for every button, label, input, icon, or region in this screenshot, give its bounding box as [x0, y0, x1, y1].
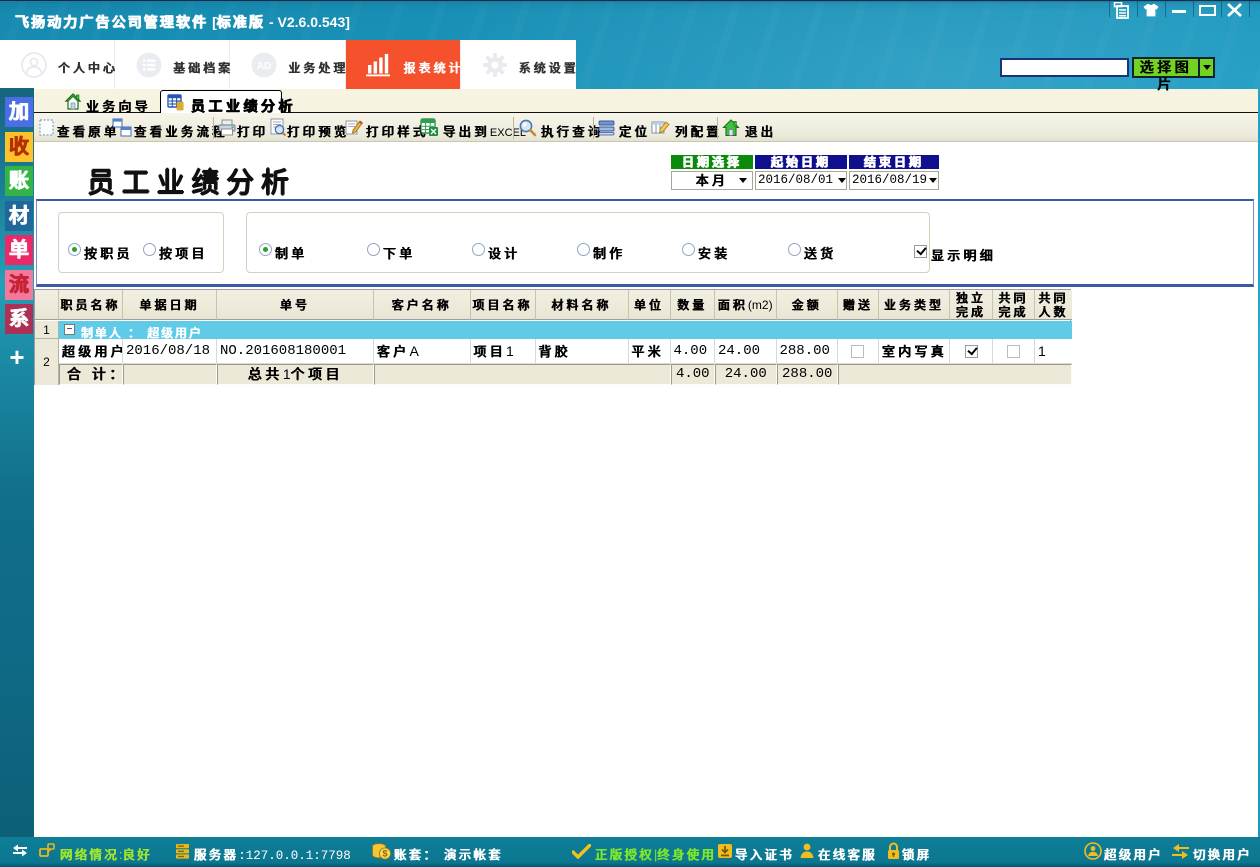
svg-text:AD: AD [257, 61, 271, 72]
svg-text:$: $ [382, 849, 387, 859]
